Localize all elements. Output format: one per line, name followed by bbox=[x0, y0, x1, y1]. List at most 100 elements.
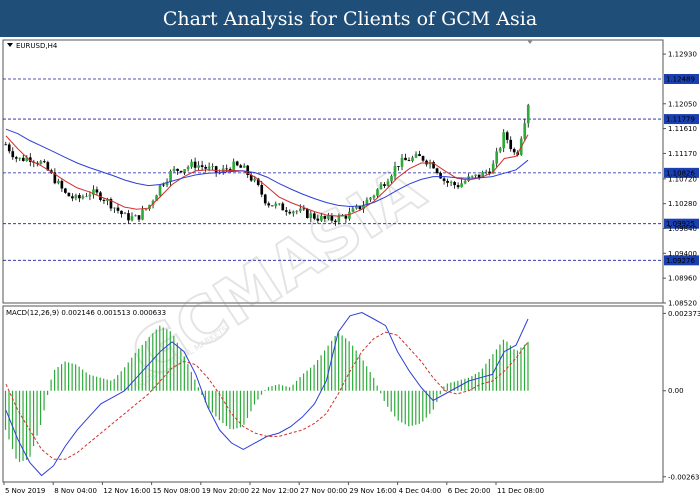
macd-tick-label: 0.002373 bbox=[668, 310, 700, 318]
candle-body bbox=[176, 168, 179, 171]
candle-body bbox=[162, 184, 165, 186]
candle-body bbox=[498, 148, 502, 152]
candle-body bbox=[200, 165, 204, 167]
candle-body bbox=[116, 207, 120, 211]
candle-body bbox=[102, 199, 106, 201]
candle-body bbox=[470, 175, 474, 177]
candle-body bbox=[134, 215, 137, 217]
candle-body bbox=[242, 165, 246, 168]
time-tick-label: 6 Dec 20:00 bbox=[448, 487, 491, 495]
candle-body bbox=[348, 211, 351, 219]
candle-body bbox=[14, 157, 18, 159]
candle-body bbox=[277, 203, 281, 205]
candle-body bbox=[67, 192, 71, 197]
price-tick-label: 1.08520 bbox=[668, 300, 697, 308]
candle-body bbox=[316, 218, 320, 221]
candle-body bbox=[400, 157, 404, 167]
candle-body bbox=[274, 203, 278, 207]
candle-body bbox=[88, 194, 92, 197]
candle-body bbox=[57, 180, 60, 184]
candle-body bbox=[144, 209, 148, 211]
price-tick-label: 1.10280 bbox=[668, 200, 697, 208]
time-axis: 5 Nov 2019 8 Nov 04:00 12 Nov 16:00 15 Nov … bbox=[3, 482, 544, 495]
candle-body bbox=[137, 215, 141, 220]
candle-body bbox=[460, 183, 463, 188]
candle-body bbox=[320, 215, 323, 221]
candle-body bbox=[81, 196, 85, 199]
candle-body bbox=[305, 209, 309, 219]
candle-body bbox=[505, 132, 509, 140]
time-tick-label: 15 Nov 08:00 bbox=[153, 487, 200, 495]
candle-body bbox=[235, 161, 239, 166]
candle-body bbox=[74, 195, 78, 199]
candle-body bbox=[449, 182, 453, 183]
candle-body bbox=[64, 188, 67, 193]
price-tick-label: 1.12930 bbox=[668, 51, 697, 59]
candle-body bbox=[39, 161, 43, 164]
candle-body bbox=[386, 181, 390, 186]
candle-body bbox=[302, 208, 306, 210]
candle-body bbox=[11, 151, 15, 158]
candle-body bbox=[260, 184, 264, 195]
candle-body bbox=[113, 207, 116, 209]
price-tick-label: 1.11170 bbox=[668, 150, 697, 158]
candle-body bbox=[512, 149, 516, 153]
candle-body bbox=[330, 215, 334, 221]
level-price-label: 1.09276 bbox=[666, 257, 695, 265]
time-tick-label: 8 Nov 04:00 bbox=[54, 487, 97, 495]
macd-tick-label: -0.002639 bbox=[668, 473, 700, 481]
candle-body bbox=[183, 169, 186, 173]
candle-body bbox=[42, 161, 46, 163]
candle-body bbox=[71, 196, 74, 199]
time-tick-label: 19 Nov 20:00 bbox=[202, 487, 249, 495]
candle-body bbox=[186, 166, 190, 170]
candle-body bbox=[404, 157, 407, 161]
candle-body bbox=[281, 203, 285, 211]
candle-body bbox=[232, 161, 236, 171]
candle-body bbox=[120, 210, 123, 215]
price-tick-label: 1.12050 bbox=[668, 100, 697, 108]
candle-body bbox=[127, 213, 130, 221]
candle-body bbox=[21, 157, 25, 161]
time-tick-label: 11 Dec 08:00 bbox=[497, 487, 544, 495]
candle-body bbox=[130, 216, 134, 221]
price-tick-label: 1.10720 bbox=[668, 175, 697, 183]
time-tick-label: 22 Nov 12:00 bbox=[251, 487, 298, 495]
candle-body bbox=[337, 215, 341, 223]
candle-body bbox=[344, 215, 348, 219]
price-tick-label: 1.08960 bbox=[668, 275, 697, 283]
candle-body bbox=[288, 211, 292, 214]
candle-body bbox=[369, 197, 372, 200]
candle-body bbox=[379, 184, 383, 190]
candle-body bbox=[263, 194, 267, 204]
candle-body bbox=[372, 195, 376, 198]
candle-body bbox=[414, 154, 418, 158]
candle-body bbox=[298, 208, 302, 212]
candle-body bbox=[323, 215, 327, 219]
candle-body bbox=[295, 211, 299, 212]
candle-body bbox=[158, 184, 162, 196]
candle-body bbox=[313, 213, 316, 219]
candle-body bbox=[85, 196, 88, 198]
candle-body bbox=[309, 213, 313, 219]
chart-canvas: GCMASIA GLOBAL CAPITAL MARKETS EURUSD,H4… bbox=[2, 39, 700, 495]
candle-body bbox=[495, 151, 499, 164]
candle-body bbox=[418, 154, 421, 157]
candle-body bbox=[523, 123, 527, 139]
candle-body bbox=[453, 182, 456, 186]
candle-body bbox=[253, 178, 257, 181]
candle-body bbox=[95, 189, 99, 193]
candle-body bbox=[421, 156, 425, 161]
candle-body bbox=[463, 181, 467, 184]
time-tick-label: 29 Nov 16:00 bbox=[349, 487, 396, 495]
time-tick-label: 12 Nov 16:00 bbox=[103, 487, 150, 495]
candle-body bbox=[351, 208, 355, 212]
candle-body bbox=[435, 168, 439, 174]
time-tick-label: 5 Nov 2019 bbox=[5, 487, 45, 495]
candle-body bbox=[526, 104, 530, 124]
candle-body bbox=[60, 180, 64, 189]
candle-body bbox=[407, 160, 411, 162]
candle-body bbox=[284, 210, 288, 212]
price-pane-label: EURUSD,H4 bbox=[16, 42, 58, 50]
candle-body bbox=[18, 157, 22, 159]
